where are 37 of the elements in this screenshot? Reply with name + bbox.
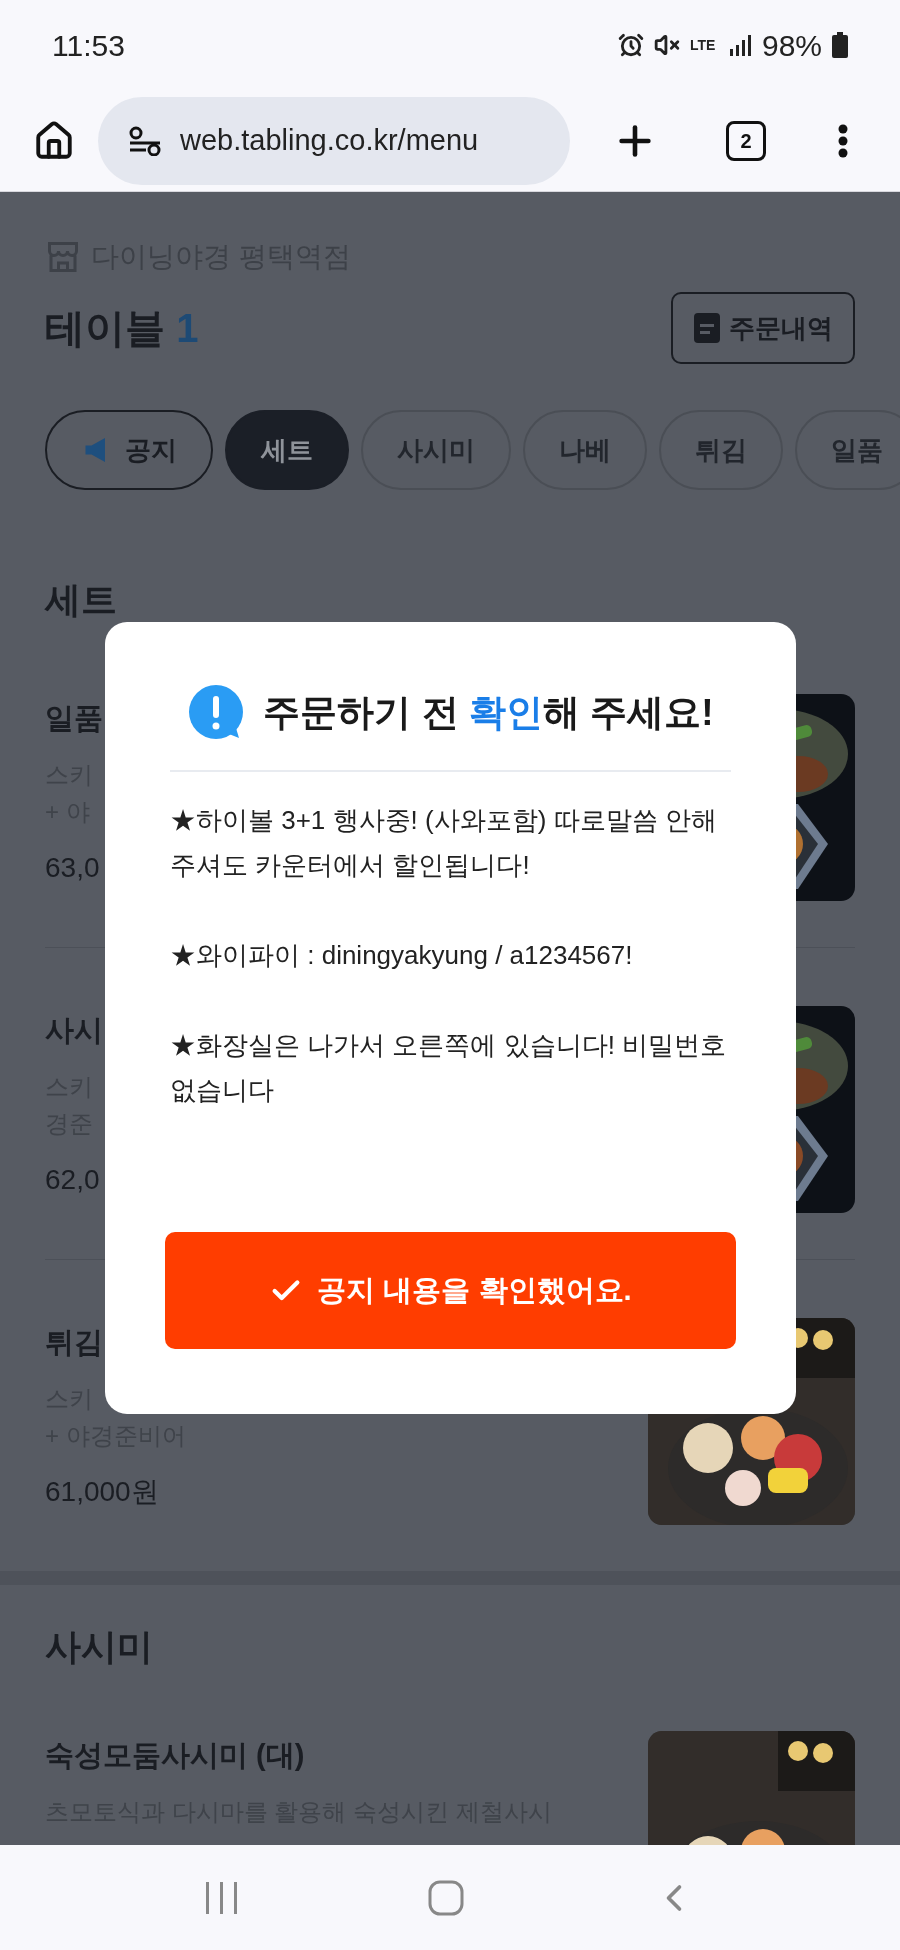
order-history-button[interactable]: 주문내역 (671, 292, 855, 364)
notice-text: ★와이파이 : diningyakyung / a1234567! (170, 939, 634, 972)
confirm-button[interactable]: 공지 내용을 확인했어요. (165, 1232, 736, 1349)
menu-item-price: 63,0 (45, 851, 101, 885)
home-icon (33, 119, 75, 162)
menu-item-name: 숙성모둠사시미 (대) (45, 1738, 306, 1773)
alarm-icon (617, 32, 644, 58)
dialog-title: 주문하기 전 확인해 주세요! (263, 691, 714, 736)
status-time: 11:53 (52, 27, 125, 64)
menu-item-price: 61,000원 (45, 1475, 160, 1509)
signal-icon (727, 33, 752, 57)
alert-icon (187, 684, 246, 742)
table-title: 테이블 1 (45, 305, 199, 352)
menu-item-price: 62,0 (45, 1163, 101, 1197)
url-text: web.tabling.co.kr/menu (180, 122, 479, 158)
address-bar[interactable]: web.tabling.co.kr/menu (98, 96, 570, 185)
home-icon (428, 1879, 464, 1916)
section-title: 사시미 (45, 1625, 154, 1669)
network-type: LTE (689, 38, 717, 52)
menu-item-name: 튀김 (45, 1325, 104, 1360)
more-icon (838, 123, 848, 158)
menu-item-name: 사시 (45, 1013, 103, 1048)
battery-icon (832, 32, 848, 58)
notice-text: ★하이볼 3+1 행사중! (사와포함) 따로말씀 안해주셔도 카운터에서 할인됩니다! (170, 804, 718, 882)
menu-item-name: 일품 (45, 701, 103, 736)
mute-icon (653, 32, 680, 58)
section-title: 세트 (45, 578, 118, 622)
store-icon (45, 239, 81, 275)
recent-apps-icon (204, 1880, 240, 1915)
site-settings-icon (128, 125, 162, 156)
notice-text: ★화장실은 나가서 오른쪽에 있습니다! 비밀번호 없습니다 (170, 1029, 728, 1107)
battery-level: 98% (761, 27, 822, 64)
category-tab[interactable]: 세트 (225, 410, 349, 490)
menu-button[interactable] (838, 123, 848, 158)
receipt-icon (693, 312, 721, 344)
category-tab[interactable]: 공지 (45, 410, 213, 490)
tab-count-button[interactable]: 2 (726, 120, 766, 161)
